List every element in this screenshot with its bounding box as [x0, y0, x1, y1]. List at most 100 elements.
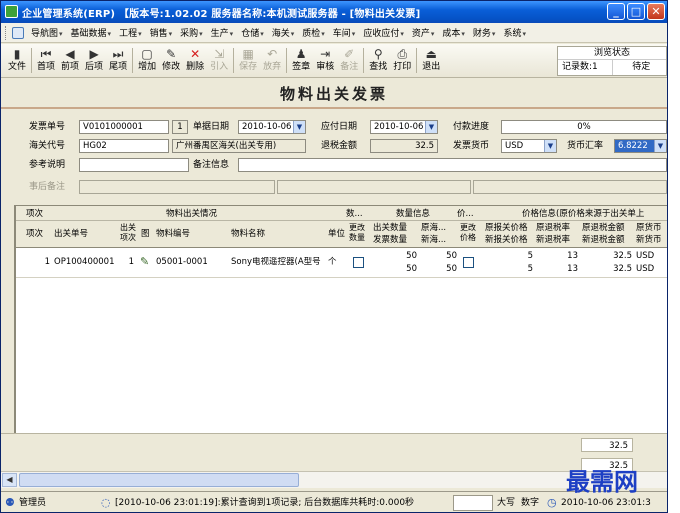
menu-sales[interactable]: 销售▾ — [146, 26, 177, 39]
menu-purchase[interactable]: 采购▾ — [176, 26, 207, 39]
menu-engineering[interactable]: 工程▾ — [115, 26, 146, 39]
menu-assets[interactable]: 资产▾ — [408, 26, 439, 39]
customs-code-field[interactable]: HG02 — [79, 139, 169, 153]
menu-system[interactable]: 系统▾ — [499, 26, 530, 39]
cell-orig-price: 5 — [527, 251, 533, 261]
col-seq-header[interactable]: 项次 — [26, 229, 43, 240]
prev-icon: ◀ — [65, 47, 75, 61]
menu-production[interactable]: 生产▾ — [207, 26, 238, 39]
record-count: 记录数:1 — [558, 60, 613, 75]
col-mat-name-header[interactable]: 物料名称 — [231, 229, 265, 240]
current-user: 管理员 — [19, 498, 47, 508]
find-button[interactable]: ⚲ 查找 — [366, 44, 390, 77]
chg-qty-checkbox[interactable] — [353, 257, 364, 268]
caps-indicator: 大写 — [497, 498, 516, 508]
cell-out-seq: 1 — [128, 257, 134, 267]
col-chg-qty-header[interactable]: 更改数量 — [349, 223, 367, 243]
cell-new-rate: 13 — [567, 264, 578, 274]
menu-grip[interactable] — [5, 25, 8, 40]
exit-icon: ⏏ — [425, 47, 437, 61]
col-img-header[interactable]: 图 — [141, 229, 150, 240]
status-blank-box — [453, 495, 493, 511]
ref-note-field[interactable] — [79, 158, 189, 172]
discard-button[interactable]: ↶ 放弃 — [260, 44, 284, 77]
menu-base-data[interactable]: 基础数据▾ — [67, 26, 116, 39]
col-new-cur-header[interactable]: 新货币 — [636, 235, 662, 246]
chevron-down-icon[interactable]: ▼ — [654, 140, 666, 152]
col-unit-header[interactable]: 单位 — [328, 229, 345, 240]
status-message: [2010-10-06 23:01:19]:累计查询到1项记录; 后台数据库共耗… — [115, 498, 415, 508]
first-record-button[interactable]: ⏮ 首项 — [34, 44, 58, 77]
edit-icon: ✎ — [166, 47, 177, 61]
edit-button[interactable]: ✎ 修改 — [159, 44, 183, 77]
col-out-qty-header[interactable]: 出关数量 — [373, 223, 407, 234]
chg-price-checkbox[interactable] — [463, 257, 474, 268]
menu-quality[interactable]: 质检▾ — [298, 26, 329, 39]
col-new-price-header[interactable]: 新报关价格 — [485, 235, 528, 246]
cell-orig-amt: 32.5 — [613, 251, 632, 261]
menu-navigation[interactable]: 导航图▾ — [27, 26, 67, 39]
chevron-down-icon[interactable]: ▼ — [544, 140, 556, 152]
new-doc-icon: ▢ — [141, 47, 153, 61]
due-date-picker[interactable]: 2010-10-06 ▼ — [370, 120, 438, 134]
note-button[interactable]: ✐ 备注 — [337, 44, 361, 77]
cell-unit: 个 — [328, 257, 337, 267]
delete-icon: ✕ — [190, 47, 201, 61]
delete-button[interactable]: ✕ 删除 — [183, 44, 207, 77]
chevron-down-icon[interactable]: ▼ — [293, 121, 305, 133]
pay-progress-label: 付款进度 — [453, 122, 490, 132]
save-button[interactable]: ▦ 保存 — [236, 44, 260, 77]
minimize-button[interactable]: _ — [607, 3, 625, 20]
close-button[interactable]: ✕ — [647, 3, 665, 20]
col-inv-qty-header[interactable]: 发票数量 — [373, 235, 407, 246]
col-orig-rate-header[interactable]: 原退税率 — [536, 223, 570, 234]
chevron-down-icon[interactable]: ▼ — [425, 121, 437, 133]
menu-finance[interactable]: 财务▾ — [469, 26, 500, 39]
next-record-button[interactable]: ▶ 后项 — [82, 44, 106, 77]
col-orig-cust-header[interactable]: 原海... — [421, 223, 446, 234]
cell-out-qty: 50 — [406, 251, 417, 261]
sign-button[interactable]: ♟ 签章 — [289, 44, 313, 77]
col-orig-cur-header[interactable]: 原货币 — [636, 223, 662, 234]
add-button[interactable]: ▢ 增加 — [135, 44, 159, 77]
print-button[interactable]: ⎙ 打印 — [390, 44, 414, 77]
pencil-icon[interactable]: ✎ — [140, 256, 149, 267]
import-button[interactable]: ⇲ 引入 — [207, 44, 231, 77]
audit-button[interactable]: ⇥ 审核 — [313, 44, 337, 77]
menu-customs[interactable]: 海关▾ — [268, 26, 299, 39]
prev-record-button[interactable]: ◀ 前项 — [58, 44, 82, 77]
menu-warehouse[interactable]: 仓储▾ — [237, 26, 268, 39]
menu-ar-ap[interactable]: 应收应付▾ — [359, 26, 408, 39]
exit-button[interactable]: ⏏ 退出 — [419, 44, 443, 77]
menu-cost[interactable]: 成本▾ — [438, 26, 469, 39]
col-out-seq-header[interactable]: 出关项次 — [120, 223, 136, 243]
col-chg-price-header[interactable]: 更改价格 — [460, 223, 478, 243]
col-new-cust-header[interactable]: 新海... — [421, 235, 446, 246]
file-button[interactable]: ▮ 文件 — [5, 44, 29, 77]
note-icon: ✐ — [344, 47, 355, 61]
col-mat-no-header[interactable]: 物料编号 — [156, 229, 190, 240]
printer-icon: ⎙ — [397, 47, 408, 61]
col-orig-amt-header[interactable]: 原退税金额 — [582, 223, 625, 234]
currency-label: 发票货币 — [453, 141, 490, 151]
grid-header: 项次 物料出关情况 数... 数量信息 价... 价格信息(原价格来源于出关单上… — [16, 206, 667, 248]
col-new-amt-header[interactable]: 新退税金额 — [582, 235, 625, 246]
maximize-button[interactable]: □ — [627, 3, 645, 20]
doc-date-picker[interactable]: 2010-10-06 ▼ — [238, 120, 306, 134]
table-row[interactable]: 1 OP100400001 1 ✎ 05001-0001 Sony电视遥控器(A… — [16, 248, 667, 278]
remark-field[interactable] — [238, 158, 667, 172]
last-record-button[interactable]: ⏭ 尾项 — [106, 44, 130, 77]
invoice-no-field[interactable]: V0101000001 — [79, 120, 169, 134]
col-new-rate-header[interactable]: 新退税率 — [536, 235, 570, 246]
col-out-no-header[interactable]: 出关单号 — [54, 229, 88, 240]
col-orig-price-header[interactable]: 原报关价格 — [485, 223, 528, 234]
scroll-left-icon[interactable]: ◀ — [2, 473, 17, 487]
currency-select[interactable]: USD ▼ — [501, 139, 557, 153]
after-note-field-2 — [277, 180, 471, 194]
rate-field[interactable]: 6.8222 ▼ — [614, 139, 667, 153]
scrollbar-thumb[interactable] — [19, 473, 299, 487]
audit-icon: ⇥ — [320, 47, 331, 61]
window-title: 企业管理系统(ERP) 【版本号:1.02.02 服务器名称:本机测试服务器 -… — [22, 9, 421, 20]
menu-workshop[interactable]: 车间▾ — [329, 26, 360, 39]
ref-note-label: 参考说明 — [29, 160, 66, 170]
